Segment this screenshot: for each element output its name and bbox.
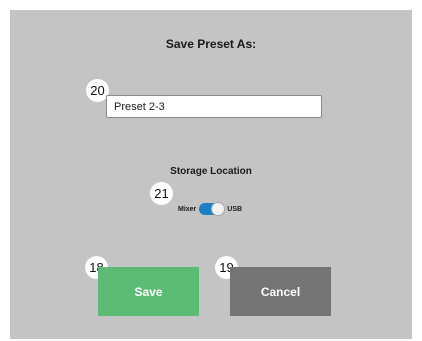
cancel-button[interactable]: Cancel (230, 267, 331, 316)
preset-name-input[interactable] (106, 95, 322, 118)
storage-location-label: Storage Location (170, 166, 252, 177)
save-preset-dialog: Save Preset As: 20 Storage Location 21 M… (10, 10, 412, 339)
dialog-title: Save Preset As: (165, 37, 257, 51)
storage-option-mixer: Mixer (178, 205, 197, 213)
storage-location-toggle[interactable] (199, 202, 226, 216)
toggle-knob (211, 202, 226, 216)
storage-option-usb: USB (227, 205, 243, 213)
storage-location-toggle-row: Mixer USB (178, 202, 242, 216)
save-button[interactable]: Save (98, 267, 199, 316)
callout-number-storage-toggle: 21 (150, 182, 173, 205)
